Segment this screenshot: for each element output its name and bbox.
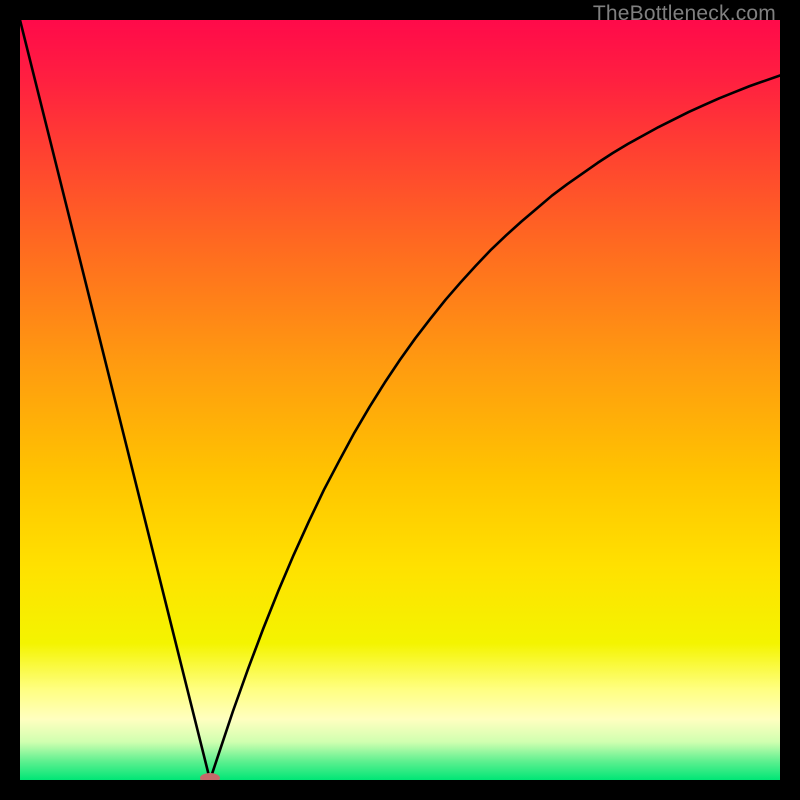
gradient-background — [20, 20, 780, 780]
watermark-text: TheBottleneck.com — [593, 2, 776, 26]
chart-frame — [20, 20, 780, 780]
bottleneck-chart — [20, 20, 780, 780]
